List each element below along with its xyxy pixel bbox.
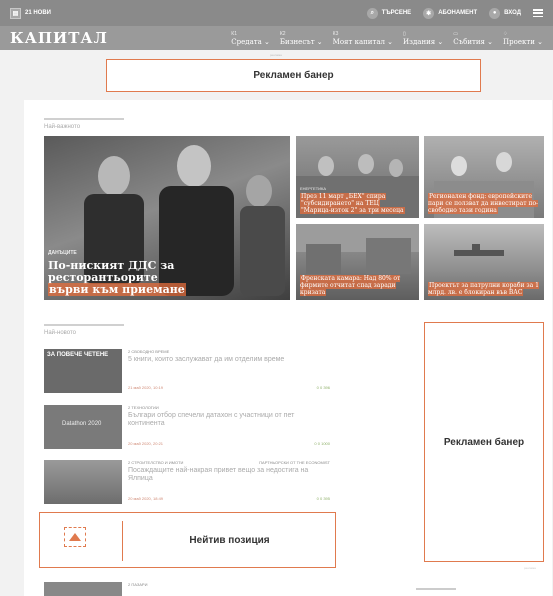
menu-label: Средата ⌄ <box>231 38 270 46</box>
story-caption: ДАНЪЦИТЕ По-ниският ДДС за ресторантьори… <box>48 247 286 296</box>
article-kicker: 2 СТРОИТЕЛСТВО И ИМОТИ <box>128 460 184 465</box>
calendar-icon: ▭ <box>453 31 459 37</box>
native-ad-label: Нейтив позиция <box>189 534 270 546</box>
top-bar: ▤ 21 НОВИ ⌕ ТЪРСЕНЕ ✱ АБОНАМЕНТ ● ВХОД <box>0 0 553 26</box>
menu-label: Проекти ⌄ <box>503 38 543 46</box>
menu-label: Събития ⌄ <box>453 38 494 46</box>
story-title: През 11 март „БЕХ" спира <box>300 193 387 200</box>
section-title-important: Най-важното <box>44 124 81 130</box>
thumb-text: ЗА ПОВЕЧЕ ЧЕТЕНЕ <box>47 352 109 358</box>
side-ad-banner[interactable]: Рекламен банер <box>424 322 544 562</box>
article-date: 20 май 2020, 20:21 <box>128 441 164 446</box>
article-date: 21 май 2020, 10:19 <box>128 385 164 390</box>
search-label: ТЪРСЕНЕ <box>381 10 412 16</box>
main-nav: КАПИТАЛ К1 Средата ⌄ К2 Бизнесът ⌄ К3 Моят … <box>0 26 553 50</box>
menu-item-sabitiya[interactable]: ▭ Събития ⌄ <box>453 30 493 46</box>
user-icon: ● <box>489 7 501 19</box>
story-title-highlight: върви към приемане <box>48 283 186 296</box>
menu-code: К2 <box>279 31 286 37</box>
news-count-label: 21 НОВИ <box>25 10 51 16</box>
menu-label-text: Моят капитал <box>332 38 385 46</box>
menu-label: Бизнесът ⌄ <box>279 38 323 46</box>
story-title: Френската камара: Над 80% от фирмите отч… <box>300 275 401 296</box>
list-item[interactable]: Datathon 2020 2 ТЕХНОЛОГИИ Българи отбор… <box>44 405 336 455</box>
subscription-icon: ✱ <box>423 7 435 19</box>
ad-caption: реклама <box>270 53 282 57</box>
top-story-main[interactable]: ДАНЪЦИТЕ По-ниският ДДС за ресторантьори… <box>44 136 290 300</box>
story-title: Регионален фонд: европейските пари се по… <box>428 193 539 214</box>
story-caption: Регионален фонд: европейските пари се по… <box>428 193 540 214</box>
menu-item-biznesat[interactable]: К2 Бизнесът ⌄ <box>280 30 323 46</box>
article-stats: 0 0 1000 <box>314 441 330 446</box>
story-title: "Марица-изток 2" за три месеца <box>300 207 405 214</box>
subscription-button[interactable]: ✱ АБОНАМЕНТ <box>423 7 478 19</box>
top-story-2[interactable]: ЕНЕРГЕТИКА През 11 март „БЕХ" спира "суб… <box>296 136 419 218</box>
section-divider <box>416 588 456 590</box>
menu-label-text: Бизнесът <box>279 38 315 46</box>
article-thumbnail <box>44 460 122 504</box>
menu-item-proekti[interactable]: ♢ Проекти ⌄ <box>503 30 543 46</box>
section-divider <box>44 118 124 120</box>
menu-label-text: Издания <box>403 38 436 46</box>
story-kicker: ДАНЪЦИТЕ <box>48 250 77 256</box>
article-thumbnail: ЗА ПОВЕЧЕ ЧЕТЕНЕ <box>44 349 122 393</box>
article-title[interactable]: Посаждащите най-накрая привет вещо за не… <box>128 467 328 483</box>
search-icon: ⌕ <box>366 7 378 19</box>
divider <box>122 521 123 561</box>
top-story-5[interactable]: Проектът за патрулни кораби за 1 млрд. л… <box>424 224 544 300</box>
grid-icon: ▤ <box>10 7 21 19</box>
article-stats: 0 0 396 <box>316 385 330 390</box>
menu-item-izdaniya[interactable]: ▯ Издания ⌄ <box>403 30 443 46</box>
menu-label: Издания ⌄ <box>403 38 444 46</box>
menu-code: К3 <box>332 31 339 37</box>
menu-label-text: Събития <box>453 38 485 46</box>
list-item[interactable]: 2 СТРОИТЕЛСТВО И ИМОТИ ПАРТНЬОРСКИ ОТ TH… <box>44 460 336 510</box>
article-kicker: 2 ТЕХНОЛОГИИ <box>128 405 159 410</box>
menu-label: Моят капитал ⌄ <box>332 38 394 46</box>
menu-icon[interactable] <box>533 9 543 17</box>
article-thumbnail: Datathon 2020 <box>44 405 122 449</box>
bulb-icon: ♢ <box>503 31 508 37</box>
menu-item-sredata[interactable]: К1 Средата ⌄ <box>231 30 270 46</box>
news-count-link[interactable]: ▤ 21 НОВИ <box>10 7 51 19</box>
main-menu: К1 Средата ⌄ К2 Бизнесът ⌄ К3 Моят капитал … <box>231 30 543 46</box>
article-date: 20 май 2020, 18:49 <box>128 496 164 501</box>
article-thumbnail <box>44 582 122 596</box>
article-stats: 0 0 395 <box>316 496 330 501</box>
story-caption: Френската камара: Над 80% от фирмите отч… <box>300 275 415 296</box>
document-icon: ▯ <box>403 31 406 37</box>
article-title[interactable]: Българи отбор спечели датахон с участниц… <box>128 412 328 428</box>
story-title: "субсидирането" на ТЕЦ <box>300 200 380 207</box>
menu-item-moyat-kapital[interactable]: К3 Моят капитал ⌄ <box>333 30 393 46</box>
article-kicker: 2 ПАЗАРИ <box>128 582 148 587</box>
login-label: ВХОД <box>504 10 521 16</box>
list-item[interactable]: 2 ПАЗАРИ <box>44 582 336 596</box>
story-caption: ЕНЕРГЕТИКА През 11 март „БЕХ" спира "суб… <box>300 185 415 214</box>
article-partner: ПАРТНЬОРСКИ ОТ THE ECONOMIST <box>259 460 330 465</box>
story-kicker: ЕНЕРГЕТИКА <box>300 186 327 191</box>
article-title[interactable]: 5 книги, които заслужават да им отделим … <box>128 356 328 364</box>
login-button[interactable]: ● ВХОД <box>489 7 521 19</box>
site-logo[interactable]: КАПИТАЛ <box>10 29 108 47</box>
ad-caption: реклама <box>524 566 536 570</box>
story-caption: Проектът за патрулни кораби за 1 млрд. л… <box>428 282 540 296</box>
image-icon <box>64 527 86 547</box>
top-story-3[interactable]: Регионален фонд: европейските пари се по… <box>424 136 544 218</box>
story-title: По-ниският ДДС за ресторантьорите <box>48 259 175 284</box>
native-ad-slot[interactable]: Нейтив позиция <box>39 512 336 568</box>
top-story-4[interactable]: Френската камара: Над 80% от фирмите отч… <box>296 224 419 300</box>
top-ad-banner[interactable]: Рекламен банер <box>106 59 481 92</box>
search-button[interactable]: ⌕ ТЪРСЕНЕ <box>366 7 412 19</box>
thumb-text: Datathon 2020 <box>62 421 102 427</box>
section-title-latest: Най-новото <box>44 330 77 336</box>
menu-label-text: Средата <box>231 38 262 46</box>
menu-code: К1 <box>231 31 237 37</box>
menu-label-text: Проекти <box>503 38 535 46</box>
list-item[interactable]: ЗА ПОВЕЧЕ ЧЕТЕНЕ 2 СВОБОДНО ВРЕМЕ 5 книг… <box>44 349 336 399</box>
article-kicker: 2 СВОБОДНО ВРЕМЕ <box>128 349 170 354</box>
subscription-label: АБОНАМЕНТ <box>438 10 478 16</box>
story-title: Проектът за патрулни кораби за 1 млрд. л… <box>428 282 539 296</box>
section-divider <box>44 324 124 326</box>
